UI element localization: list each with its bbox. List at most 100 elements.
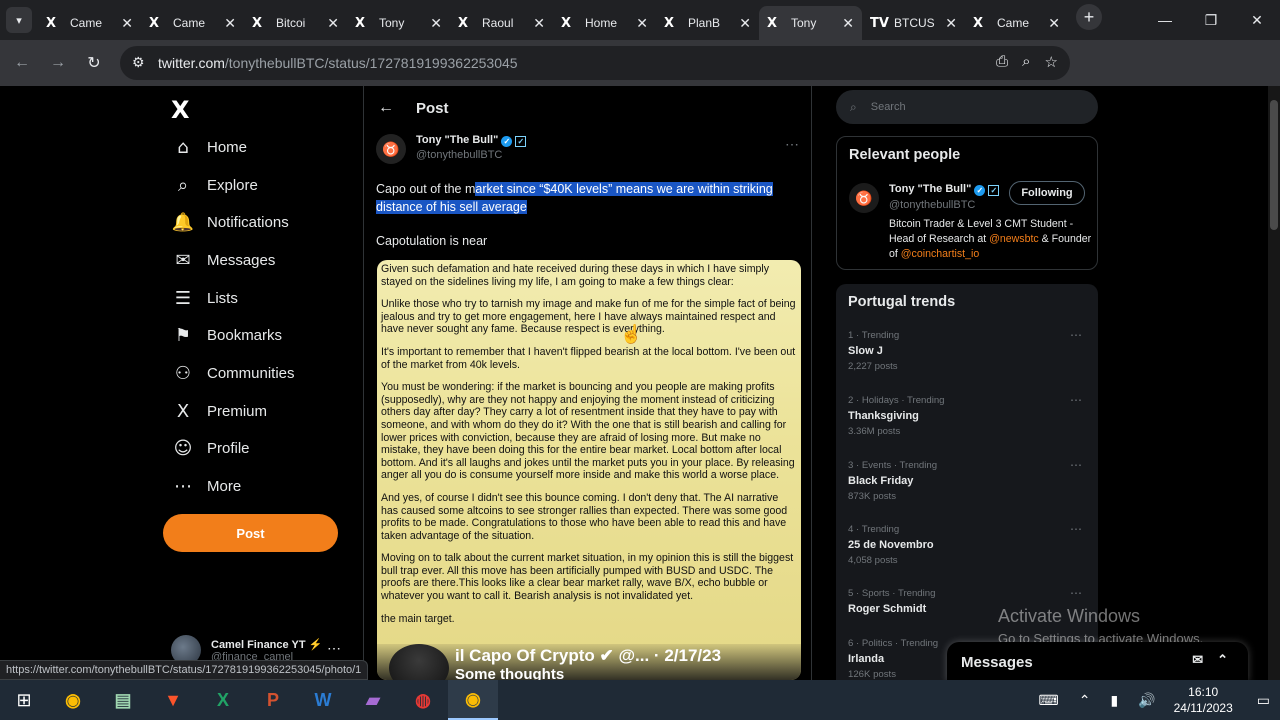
- trend-name: Black Friday: [848, 475, 914, 487]
- tab-close-icon[interactable]: ✕: [327, 15, 339, 32]
- trend-item[interactable]: 3 · Events · Trending Black Friday 873K po…: [848, 458, 1088, 502]
- nav-item-home[interactable]: ⌂ Home: [171, 131, 247, 163]
- close-window-icon[interactable]: ✕: [1234, 0, 1280, 40]
- bookmark-star-icon[interactable]: ☆: [1045, 53, 1058, 71]
- browser-tab-bar: ▾ X Came ✕ X Came ✕ X Bitcoi ✕ X Tony ✕ X Raoul ✕ X Home…: [0, 0, 1280, 40]
- browser-tab[interactable]: X Came ✕: [141, 6, 244, 40]
- keyboard-icon[interactable]: ⌨: [1038, 692, 1058, 709]
- more-dots-icon[interactable]: ⋯: [327, 640, 341, 657]
- nav-item-explore[interactable]: ⌕ Explore: [171, 169, 258, 201]
- post-button[interactable]: Post: [163, 514, 338, 552]
- url-bar[interactable]: ⚙ twitter.com/tonythebullBTC/status/1727…: [120, 46, 1070, 80]
- bio-link-coinchartist[interactable]: @coinchartist_io: [901, 248, 979, 260]
- twitter-page: X ⌂ Home ⌕ Explore 🔔 Notifications ✉ Messages ☰ L…: [0, 86, 1268, 680]
- install-app-icon[interactable]: ⎙: [996, 53, 1008, 71]
- messages-drawer[interactable]: Messages ✉ ⌃: [947, 642, 1248, 680]
- expand-icon[interactable]: ⌃: [1217, 652, 1228, 668]
- scrollbar-thumb[interactable]: [1270, 100, 1278, 230]
- browser-tab[interactable]: X Raoul ✕: [450, 6, 553, 40]
- mail-icon: ✉: [175, 249, 191, 271]
- more-dots-icon[interactable]: ⋯: [1070, 328, 1082, 342]
- verified-badge-icon: ✓: [501, 136, 513, 147]
- video-editor-icon[interactable]: ▰: [348, 680, 398, 720]
- tab-close-icon[interactable]: ✕: [739, 15, 751, 32]
- tab-favicon-icon: X: [561, 15, 572, 31]
- more-dots-icon[interactable]: ⋯: [1070, 458, 1082, 472]
- browser-tab[interactable]: X Home ✕: [553, 6, 656, 40]
- tab-close-icon[interactable]: ✕: [945, 15, 957, 32]
- site-settings-icon[interactable]: ⚙: [132, 54, 145, 71]
- nav-item-premium[interactable]: X Premium: [171, 395, 267, 427]
- new-message-icon[interactable]: ✉: [1192, 652, 1203, 668]
- more-dots-icon[interactable]: ⋯: [1070, 586, 1082, 600]
- chrome-icon[interactable]: ◉: [48, 680, 98, 720]
- notifications-icon[interactable]: ▭: [1257, 692, 1270, 709]
- zoom-icon[interactable]: ⌕: [1022, 53, 1030, 71]
- device-icon[interactable]: ▮: [1110, 692, 1118, 709]
- browser-tab[interactable]: X Tony ✕: [759, 6, 862, 40]
- bio-link-newsbtc[interactable]: @newsbtc: [989, 233, 1039, 245]
- nav-item-more[interactable]: ⋯ More: [171, 470, 241, 502]
- tab-close-icon[interactable]: ✕: [430, 15, 442, 32]
- trend-item[interactable]: 1 · Trending Slow J 2,227 posts ⋯: [848, 328, 1088, 372]
- tab-close-icon[interactable]: ✕: [1048, 15, 1060, 32]
- tab-close-icon[interactable]: ✕: [121, 15, 133, 32]
- browser-tab[interactable]: X PlanB ✕: [656, 6, 759, 40]
- post-author[interactable]: ♉ Tony "The Bull" ✓ ✓ @tonythebullBTC: [376, 134, 527, 164]
- tab-close-icon[interactable]: ✕: [533, 15, 545, 32]
- clock[interactable]: 16:10 24/11/2023: [1174, 684, 1233, 716]
- back-icon[interactable]: ←: [4, 45, 40, 81]
- chrome-active-icon[interactable]: ◉: [448, 680, 498, 720]
- tab-title: PlanB: [688, 16, 721, 30]
- quoted-subtitle: Some thoughts: [455, 666, 565, 680]
- nav-item-lists[interactable]: ☰ Lists: [171, 282, 238, 314]
- tray-chevron-icon[interactable]: ⌃: [1079, 692, 1091, 709]
- author-handle[interactable]: @tonythebullBTC: [416, 149, 526, 161]
- new-tab-button[interactable]: +: [1076, 4, 1102, 30]
- person-handle[interactable]: @tonythebullBTC: [889, 199, 975, 211]
- browser-tab[interactable]: X Tony ✕: [347, 6, 450, 40]
- trend-item[interactable]: 2 · Holidays · Trending Thanksgiving 3.36M…: [848, 393, 1088, 437]
- bull-avatar-icon[interactable]: ♉: [849, 183, 879, 213]
- browser-tab[interactable]: X Came ✕: [965, 6, 1068, 40]
- tab-close-icon[interactable]: ✕: [842, 15, 854, 32]
- trend-item[interactable]: 4 · Trending 25 de Novembro 4,058 posts ⋯: [848, 522, 1088, 566]
- nav-item-notifications[interactable]: 🔔 Notifications: [171, 206, 289, 238]
- more-dots-icon[interactable]: ⋯: [1070, 393, 1082, 407]
- browser-tab[interactable]: X Came ✕: [38, 6, 141, 40]
- obs-icon[interactable]: ◍: [398, 680, 448, 720]
- volume-icon[interactable]: 🔊: [1138, 692, 1155, 709]
- brave-icon[interactable]: ▼: [148, 680, 198, 720]
- affiliate-badge-icon: ✓: [515, 136, 527, 147]
- nav-item-profile[interactable]: ☺ Profile: [171, 432, 250, 464]
- nav-item-bookmarks[interactable]: ⚑ Bookmarks: [171, 319, 282, 351]
- search-input[interactable]: ⌕ Search: [836, 90, 1098, 124]
- author-name[interactable]: Tony "The Bull": [416, 134, 498, 146]
- page-scrollbar[interactable]: [1268, 86, 1280, 680]
- following-button[interactable]: Following: [1009, 181, 1085, 205]
- restore-icon[interactable]: ❐: [1188, 0, 1234, 40]
- person-name[interactable]: Tony "The Bull": [889, 183, 971, 195]
- tab-close-icon[interactable]: ✕: [224, 15, 236, 32]
- tab-close-icon[interactable]: ✕: [636, 15, 648, 32]
- word-icon[interactable]: W: [298, 680, 348, 720]
- tweet-image[interactable]: Given such defamation and hate received …: [377, 260, 801, 680]
- browser-tab[interactable]: X Bitcoi ✕: [244, 6, 347, 40]
- trend-posts: 4,058 posts: [848, 555, 898, 566]
- nav-item-messages[interactable]: ✉ Messages: [171, 244, 275, 276]
- post-more-icon[interactable]: ⋯: [785, 136, 799, 153]
- tab-search-button[interactable]: ▾: [6, 7, 32, 33]
- minimize-icon[interactable]: —: [1142, 0, 1188, 40]
- reload-icon[interactable]: ↻: [76, 45, 112, 81]
- app-icon[interactable]: ▤: [98, 680, 148, 720]
- bull-avatar-icon[interactable]: ♉: [376, 134, 406, 164]
- back-arrow-icon[interactable]: ←: [378, 99, 394, 117]
- x-logo-icon[interactable]: X: [171, 96, 190, 124]
- windows-start-icon[interactable]: ⊞: [0, 680, 48, 720]
- more-dots-icon[interactable]: ⋯: [1070, 522, 1082, 536]
- browser-tab[interactable]: TV BTCUS ✕: [862, 6, 965, 40]
- excel-icon[interactable]: X: [198, 680, 248, 720]
- powerpoint-icon[interactable]: P: [248, 680, 298, 720]
- nav-item-communities[interactable]: ⚇ Communities: [171, 357, 295, 389]
- forward-icon[interactable]: →: [40, 45, 76, 81]
